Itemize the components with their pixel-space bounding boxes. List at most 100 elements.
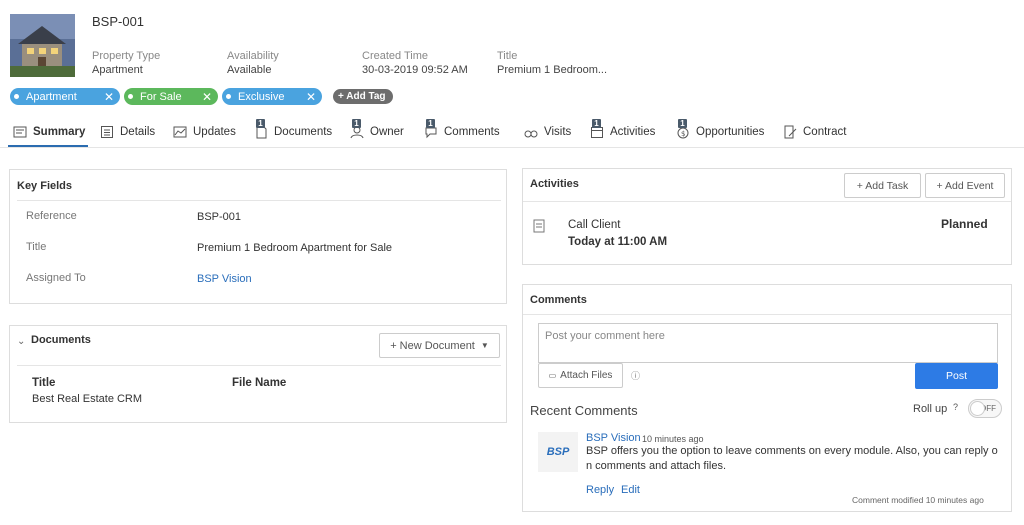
tab-label: Activities	[610, 126, 656, 138]
comment-author[interactable]: BSP Vision	[586, 432, 641, 444]
tab-details[interactable]: Details	[100, 122, 155, 142]
comments-icon: 1	[424, 119, 438, 139]
tab-activities[interactable]: 1 Activities	[590, 119, 656, 142]
tab-label: Comments	[444, 126, 500, 138]
column-header-title: Title	[32, 377, 56, 389]
tab-label: Details	[120, 126, 156, 138]
summary-icon	[13, 125, 27, 139]
reply-link[interactable]: Reply	[586, 484, 614, 496]
contract-icon	[783, 125, 797, 139]
assigned-to-link[interactable]: BSP Vision	[197, 273, 252, 285]
tag-label: For Sale	[140, 90, 182, 103]
comment-text-line-1: BSP offers you the option to leave comme…	[586, 445, 998, 457]
divider	[523, 201, 1011, 202]
dropdown-caret-icon: ▼	[480, 341, 489, 350]
remove-tag-icon[interactable]: ✕	[202, 90, 212, 104]
opportunities-icon: $1	[676, 119, 690, 139]
button-label: + New Document	[390, 339, 475, 352]
field-value: Premium 1 Bedroom Apartment for Sale	[197, 242, 393, 254]
count-badge: 1	[426, 119, 435, 128]
activity-title[interactable]: Call Client	[568, 219, 620, 231]
record-id: BSP-001	[92, 14, 145, 29]
tab-updates[interactable]: Updates	[173, 122, 236, 142]
tab-label: Summary	[33, 126, 86, 138]
meta-created-time: Created Time 30-03-2019 09:52 AM	[362, 50, 468, 76]
meta-value: Premium 1 Bedroom...	[497, 64, 608, 76]
tabs-divider	[0, 147, 1024, 148]
button-label: Attach Files	[560, 370, 613, 381]
tab-owner[interactable]: 1 Owner	[350, 119, 404, 142]
activities-icon: 1	[590, 119, 604, 139]
tab-label: Visits	[544, 126, 572, 138]
key-fields-panel: Key Fields Reference BSP-001 Title Premi…	[9, 169, 507, 304]
meta-label: Title	[497, 50, 518, 62]
avatar: BSP	[538, 432, 578, 472]
count-badge: 1	[352, 119, 361, 128]
tag-label: Exclusive	[238, 90, 285, 103]
tag-for-sale[interactable]: For Sale ✕	[124, 88, 218, 105]
info-icon[interactable]: ⓘ	[631, 369, 640, 382]
tab-documents[interactable]: 1 Documents	[254, 119, 333, 142]
count-badge: 1	[678, 119, 687, 128]
column-header-file-name: File Name	[232, 377, 287, 389]
add-tag-button[interactable]: + Add Tag	[333, 89, 393, 104]
meta-title: Title Premium 1 Bedroom...	[497, 50, 607, 76]
attach-files-button[interactable]: ▭ Attach Files	[538, 363, 623, 388]
new-document-button[interactable]: + New Document ▼	[379, 333, 500, 358]
comment-time: 10 minutes ago	[642, 434, 704, 444]
post-button[interactable]: Post	[915, 363, 998, 389]
remove-tag-icon[interactable]: ✕	[306, 90, 316, 104]
document-title-cell[interactable]: Best Real Estate CRM	[32, 393, 142, 405]
tag-dot	[226, 94, 231, 99]
field-label: Assigned To	[26, 272, 86, 284]
rollup-toggle[interactable]: OFF	[968, 399, 1002, 418]
avatar-text: BSP	[546, 446, 570, 458]
divider	[523, 314, 1011, 315]
edit-link[interactable]: Edit	[621, 484, 640, 496]
meta-label: Availability	[227, 50, 279, 62]
svg-text:$: $	[681, 130, 685, 138]
tab-comments[interactable]: 1 Comments	[424, 119, 500, 142]
tab-summary[interactable]: Summary	[13, 122, 85, 142]
tab-visits[interactable]: Visits	[524, 122, 571, 142]
count-badge: 1	[256, 119, 265, 128]
collapse-chevron-icon[interactable]: ⌄	[17, 336, 25, 347]
tab-opportunities[interactable]: $1 Opportunities	[676, 119, 764, 142]
meta-property-type: Property Type Apartment	[92, 50, 160, 76]
activity-status: Planned	[941, 217, 988, 231]
comments-panel: Comments ▭ Attach Files ⓘ Post Recent Co…	[522, 284, 1012, 512]
meta-availability: Availability Available	[227, 50, 279, 76]
remove-tag-icon[interactable]: ✕	[104, 90, 114, 104]
house-image	[10, 14, 75, 77]
attach-icon: ▭	[548, 371, 557, 380]
activity-time: Today at 11:00 AM	[568, 236, 668, 248]
meta-label: Created Time	[362, 50, 429, 62]
meta-value: Available	[227, 64, 272, 76]
tag-dot	[14, 94, 19, 99]
documents-panel: ⌄ Documents + New Document ▼ Title File …	[9, 325, 507, 423]
tab-label: Documents	[274, 126, 333, 138]
field-label: Title	[26, 241, 47, 253]
details-icon	[100, 125, 114, 139]
tag-dot	[128, 94, 133, 99]
tab-label: Updates	[193, 126, 236, 138]
recent-comments-title: Recent Comments	[530, 403, 638, 418]
field-label: Reference	[26, 210, 77, 222]
tag-exclusive[interactable]: Exclusive ✕	[222, 88, 322, 105]
meta-label: Property Type	[92, 50, 161, 62]
tag-apartment[interactable]: Apartment ✕	[10, 88, 120, 105]
tab-contract[interactable]: Contract	[783, 122, 846, 142]
comment-input[interactable]	[538, 323, 998, 363]
visits-icon	[524, 125, 538, 139]
meta-value: 30-03-2019 09:52 AM	[362, 64, 468, 76]
divider	[17, 365, 501, 366]
property-thumbnail[interactable]	[10, 14, 75, 77]
comment-text-line-2: n comments and attach files.	[586, 460, 727, 472]
help-icon[interactable]: ?	[953, 402, 958, 412]
count-badge: 1	[592, 119, 601, 128]
field-value: BSP-001	[197, 211, 242, 223]
owner-icon: 1	[350, 119, 364, 139]
add-event-button[interactable]: + Add Event	[925, 173, 1005, 198]
meta-value: Apartment	[92, 64, 143, 76]
add-task-button[interactable]: + Add Task	[844, 173, 921, 198]
